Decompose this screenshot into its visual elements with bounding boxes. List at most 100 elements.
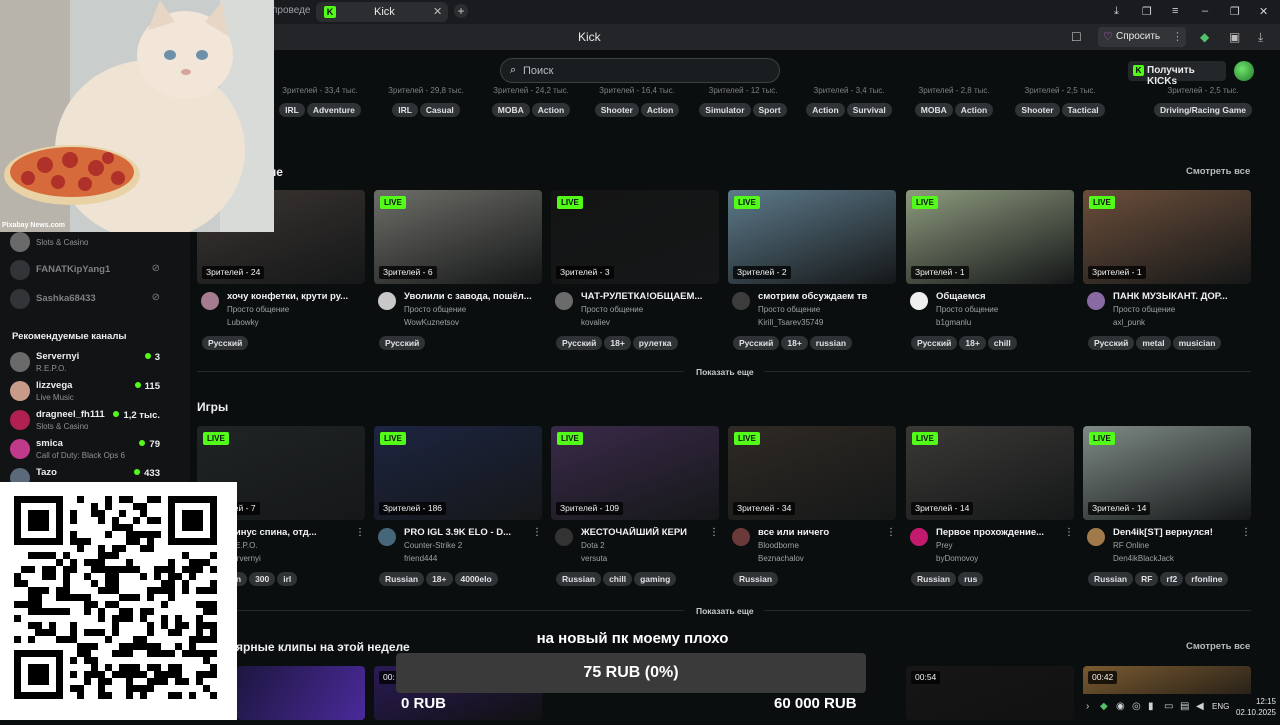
streamer-name[interactable]: versuta xyxy=(581,554,607,563)
tab-close-icon[interactable]: ✕ xyxy=(433,5,442,18)
tag[interactable]: Simulator xyxy=(699,103,751,117)
streamer-name[interactable]: friend444 xyxy=(404,554,437,563)
get-kicks-button[interactable]: K Получить KICKs xyxy=(1128,61,1226,87)
stream-thumbnail[interactable]: LIVE Зрителей - 3 xyxy=(551,190,719,284)
sidebar-channel[interactable]: Slots & Casino xyxy=(10,230,180,258)
stream-card[interactable]: LIVE Зрителей - 3 ЧАТ-РУЛЕТКА!ОБЩАЕМ... Про… xyxy=(551,190,719,350)
download-tray-icon[interactable]: ⤓ xyxy=(1258,30,1263,45)
tag[interactable]: 18+ xyxy=(781,336,808,350)
stream-category[interactable]: RF Online xyxy=(1113,541,1149,550)
tag[interactable]: rfonline xyxy=(1185,572,1229,586)
streamer-name[interactable]: byDomovoy xyxy=(936,554,978,563)
streamer-name[interactable]: Lubowky xyxy=(227,318,259,327)
stream-title[interactable]: ПАНК МУЗЫКАНТ. ДОР... xyxy=(1113,291,1241,302)
display-icon[interactable]: ▭ xyxy=(1164,701,1173,712)
volume-icon[interactable]: ◀ xyxy=(1196,701,1204,712)
streamer-name[interactable]: kovaliev xyxy=(581,318,610,327)
tag[interactable]: Russian xyxy=(379,572,425,586)
stream-category[interactable]: Просто общение xyxy=(227,305,289,314)
sidebar-toggle-icon[interactable]: ▣ xyxy=(1229,30,1240,44)
sidebar-channel[interactable]: Sashka68433 ⊘ xyxy=(10,287,180,315)
stream-category[interactable]: Bloodborne xyxy=(758,541,799,550)
stream-title[interactable]: все или ничего xyxy=(758,527,886,538)
tag[interactable]: 4000elo xyxy=(454,572,498,586)
chevron-right-icon[interactable]: › xyxy=(1086,701,1089,712)
tag[interactable]: musician xyxy=(1172,336,1222,350)
more-options-icon[interactable]: ⋮ xyxy=(1064,527,1074,538)
sidebar-channel[interactable]: smica Call of Duty: Black Ops 6 79 xyxy=(10,437,180,465)
tag[interactable]: RF xyxy=(1135,572,1159,586)
category-item[interactable]: Зрителей - 2,5 тыс. Shooter Tactical xyxy=(1010,86,1110,117)
avatar[interactable] xyxy=(555,292,573,310)
more-options-icon[interactable]: ⋮ xyxy=(355,527,365,538)
page-title[interactable]: Kick xyxy=(578,30,601,44)
app-tray-icon[interactable]: ◆ xyxy=(1100,701,1108,712)
more-options-icon[interactable]: ⋮ xyxy=(886,527,896,538)
avatar[interactable] xyxy=(378,292,396,310)
category-item[interactable]: Зрителей - 24,2 тыс. MOBA Action xyxy=(481,86,581,117)
stream-thumbnail[interactable]: LIVE Зрителей - 1 xyxy=(1083,190,1251,284)
tag[interactable]: Shooter xyxy=(1015,103,1060,117)
tag[interactable]: irl xyxy=(277,572,298,586)
stream-thumbnail[interactable]: LIVE Зрителей - 14 xyxy=(906,426,1074,520)
tag[interactable]: Survival xyxy=(846,103,892,117)
stream-title[interactable]: ЧАТ-РУЛЕТКА!ОБЩАЕМ... xyxy=(581,291,709,302)
tag[interactable]: Action xyxy=(806,103,845,117)
close-window-icon[interactable]: ✕ xyxy=(1259,5,1268,18)
tag[interactable]: Tactical xyxy=(1061,103,1105,117)
avatar[interactable] xyxy=(1087,292,1105,310)
stream-title[interactable]: Уволили с завода, пошёл... xyxy=(404,291,532,302)
tabs-icon[interactable]: ❐ xyxy=(1142,5,1152,18)
tag[interactable]: Русский xyxy=(911,336,958,350)
tag[interactable]: 18+ xyxy=(426,572,453,586)
more-options-icon[interactable]: ⋮ xyxy=(709,527,719,538)
clip-thumbnail[interactable]: 00:54 xyxy=(906,666,1074,720)
streamer-name[interactable]: b1gmanlu xyxy=(936,318,971,327)
streamer-name[interactable]: Den4ikBlackJack xyxy=(1113,554,1174,563)
more-icon[interactable]: ⋮ xyxy=(1172,30,1183,43)
menu-icon[interactable]: ≡ xyxy=(1172,5,1178,17)
stream-thumbnail[interactable]: LIVE Зрителей - 14 xyxy=(1083,426,1251,520)
bookmark-icon[interactable]: ☐ xyxy=(1071,30,1082,44)
show-more-button[interactable]: Показать еще xyxy=(696,606,754,616)
stream-card[interactable]: LIVE Зрителей - 186 PRO IGL 3.9K ELO - D..… xyxy=(374,426,542,586)
more-options-icon[interactable]: ⋮ xyxy=(532,527,542,538)
stream-title[interactable]: Первое прохождение... xyxy=(936,527,1064,538)
tag[interactable]: IRL xyxy=(279,103,305,117)
more-options-icon[interactable]: ⋮ xyxy=(1241,527,1251,538)
stream-card[interactable]: LIVE Зрителей - 1 ПАНК МУЗЫКАНТ. ДОР... Про… xyxy=(1083,190,1251,350)
steam-icon[interactable]: ◎ xyxy=(1132,701,1141,712)
app-tray-icon[interactable]: ◉ xyxy=(1116,701,1125,712)
tag[interactable]: Sport xyxy=(752,103,787,117)
tag[interactable]: Русский xyxy=(202,336,249,350)
tag[interactable]: chill xyxy=(603,572,633,586)
stream-title[interactable]: Общаемся xyxy=(936,291,1064,302)
avatar[interactable] xyxy=(1234,61,1254,81)
tag[interactable]: Русский xyxy=(1088,336,1135,350)
see-all-link[interactable]: Смотреть все xyxy=(1186,641,1250,652)
sidebar-channel[interactable]: Servernyi R.E.P.O. 3 xyxy=(10,350,180,378)
tag[interactable]: Adventure xyxy=(306,103,361,117)
tag[interactable]: Russian xyxy=(733,572,779,586)
sidebar-channel[interactable]: dragneel_fh111 Slots & Casino 1,2 тыс. xyxy=(10,408,180,436)
category-item[interactable]: Зрителей - 2,5 тыс. Driving/Racing Game xyxy=(1153,86,1253,117)
stream-card[interactable]: LIVE Зрителей - 1 Общаемся Просто общение b1… xyxy=(906,190,1074,350)
stream-category[interactable]: Просто общение xyxy=(936,305,998,314)
stream-category[interactable]: Prey xyxy=(936,541,952,550)
stream-thumbnail[interactable]: LIVE Зрителей - 34 xyxy=(728,426,896,520)
avatar[interactable] xyxy=(1087,528,1105,546)
avatar[interactable] xyxy=(910,528,928,546)
tag[interactable]: Action xyxy=(954,103,994,117)
network-icon[interactable]: ▤ xyxy=(1180,701,1189,712)
restore-icon[interactable]: ❐ xyxy=(1230,5,1240,18)
clip-thumbnail[interactable] xyxy=(237,666,365,720)
tab-kick[interactable]: K Kick ✕ xyxy=(316,2,448,22)
category-item[interactable]: Зрителей - 2,8 тыс. MOBA Action xyxy=(904,86,1004,117)
tag[interactable]: Russian xyxy=(1088,572,1134,586)
stream-title[interactable]: Den4ik[ST] вернулся! xyxy=(1113,527,1241,538)
tag[interactable]: rf2 xyxy=(1160,572,1184,586)
tag[interactable]: russian xyxy=(809,336,853,350)
tag[interactable]: IRL xyxy=(392,103,418,117)
category-item[interactable]: Зрителей - 16,4 тыс. Shooter Action xyxy=(587,86,687,117)
tag[interactable]: Russian xyxy=(556,572,602,586)
